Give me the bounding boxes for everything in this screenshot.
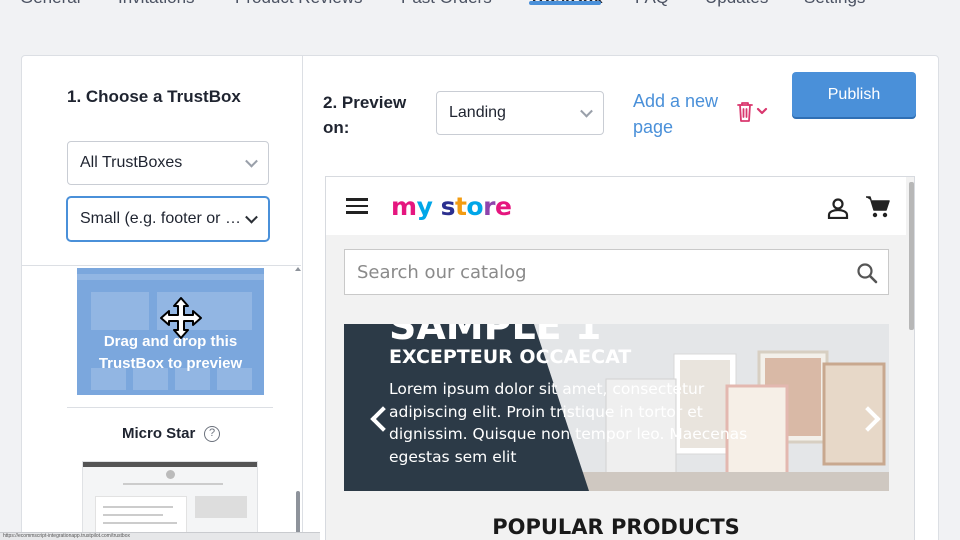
- thumb-line: [103, 522, 177, 524]
- trustbox-filter-select[interactable]: All TrustBoxes: [67, 141, 269, 185]
- search-icon[interactable]: [856, 262, 878, 284]
- thumb-top-bar: [83, 462, 257, 467]
- banner-subtitle: EXCEPTEUR OCCAECAT: [389, 346, 632, 368]
- publish-button[interactable]: Publish: [792, 72, 916, 117]
- chevron-down-icon: [580, 104, 593, 118]
- banner-heading: SAMPLE 1: [389, 324, 602, 348]
- scroll-up-arrow-icon[interactable]: [295, 267, 301, 271]
- store-preview-scrollbar[interactable]: [909, 182, 914, 330]
- user-account-icon[interactable]: [827, 197, 849, 219]
- store-header: my store: [326, 177, 906, 235]
- add-page-line-2: page: [633, 117, 674, 137]
- tab-settings[interactable]: Settings: [804, 0, 865, 8]
- divider: [22, 265, 301, 266]
- preview-label-line-1: 2. Preview: [323, 93, 407, 112]
- preview-on-label: 2. Preview on:: [323, 90, 406, 140]
- thumb-avatar: [166, 470, 175, 479]
- store-preview-frame[interactable]: my store Search our catalog SAMPLE 1 EXC…: [325, 176, 915, 540]
- chevron-down-icon: [245, 154, 258, 168]
- thumb-block: [91, 292, 149, 330]
- preview-page-select[interactable]: Landing: [436, 91, 604, 135]
- trash-icon[interactable]: [735, 100, 771, 124]
- logo-letter: t: [454, 192, 467, 221]
- divider: [67, 407, 273, 408]
- browser-status-url: https://ecommscript-integrationapp.trust…: [0, 532, 320, 540]
- widget-name-micro-star: Micro Star: [122, 425, 196, 442]
- thumb-block: [195, 496, 247, 518]
- tab-invitations[interactable]: Invitations: [118, 0, 195, 8]
- hamburger-menu-icon[interactable]: [346, 198, 368, 214]
- drag-hint-line-2: TrustBox to preview: [98, 355, 243, 372]
- trustbox-size-value: Small (e.g. footer or …: [80, 210, 240, 227]
- logo-letter: o: [466, 192, 484, 221]
- choose-trustbox-title: 1. Choose a TrustBox: [67, 87, 241, 106]
- logo-letter: [432, 192, 440, 221]
- store-search-input[interactable]: Search our catalog: [344, 249, 889, 295]
- help-icon[interactable]: ?: [204, 426, 220, 442]
- tab-past-orders[interactable]: Past Orders: [401, 0, 492, 8]
- banner-text: Lorem ipsum dolor sit amet, consectetur …: [389, 380, 748, 466]
- preview-page-value: Landing: [449, 104, 506, 121]
- trustbox-size-select[interactable]: Small (e.g. footer or …: [67, 197, 269, 241]
- tab-updates[interactable]: Updates: [705, 0, 768, 8]
- hero-carousel: SAMPLE 1 EXCEPTEUR OCCAECAT Lorem ipsum …: [344, 324, 889, 491]
- logo-letter: r: [483, 192, 495, 221]
- logo-letter: s: [440, 192, 456, 221]
- logo-letter: m: [391, 192, 417, 221]
- preview-label-line-2: on:: [323, 118, 350, 137]
- logo-letter: y: [416, 192, 433, 221]
- thumb-line: [123, 483, 223, 485]
- active-tab-indicator: [529, 1, 601, 5]
- popular-products-heading: POPULAR PRODUCTS: [492, 515, 740, 539]
- store-logo[interactable]: my store: [391, 192, 512, 221]
- micro-star-thumbnail[interactable]: [82, 461, 258, 540]
- trustbox-card: 1. Choose a TrustBox All TrustBoxes Smal…: [21, 55, 939, 540]
- tab-general[interactable]: General: [20, 0, 80, 8]
- thumb-line: [103, 514, 163, 516]
- top-tab-bar: General Invitations Product Reviews Past…: [0, 0, 960, 18]
- add-page-line-1: Add a new: [633, 91, 719, 111]
- tab-faq[interactable]: FAQ: [635, 0, 669, 8]
- choose-trustbox-panel: 1. Choose a TrustBox All TrustBoxes Smal…: [22, 56, 303, 540]
- add-new-page-link[interactable]: Add a new page: [633, 88, 718, 140]
- logo-letter: e: [494, 192, 512, 221]
- thumb-line: [103, 506, 173, 508]
- search-placeholder: Search our catalog: [357, 261, 527, 283]
- chevron-down-icon: [245, 210, 258, 224]
- shopping-cart-icon[interactable]: [865, 195, 891, 219]
- move-cursor-icon: [160, 297, 202, 339]
- thumb-header-bar: [77, 274, 264, 280]
- tab-product-reviews[interactable]: Product Reviews: [235, 0, 363, 8]
- trustbox-filter-value: All TrustBoxes: [80, 154, 183, 171]
